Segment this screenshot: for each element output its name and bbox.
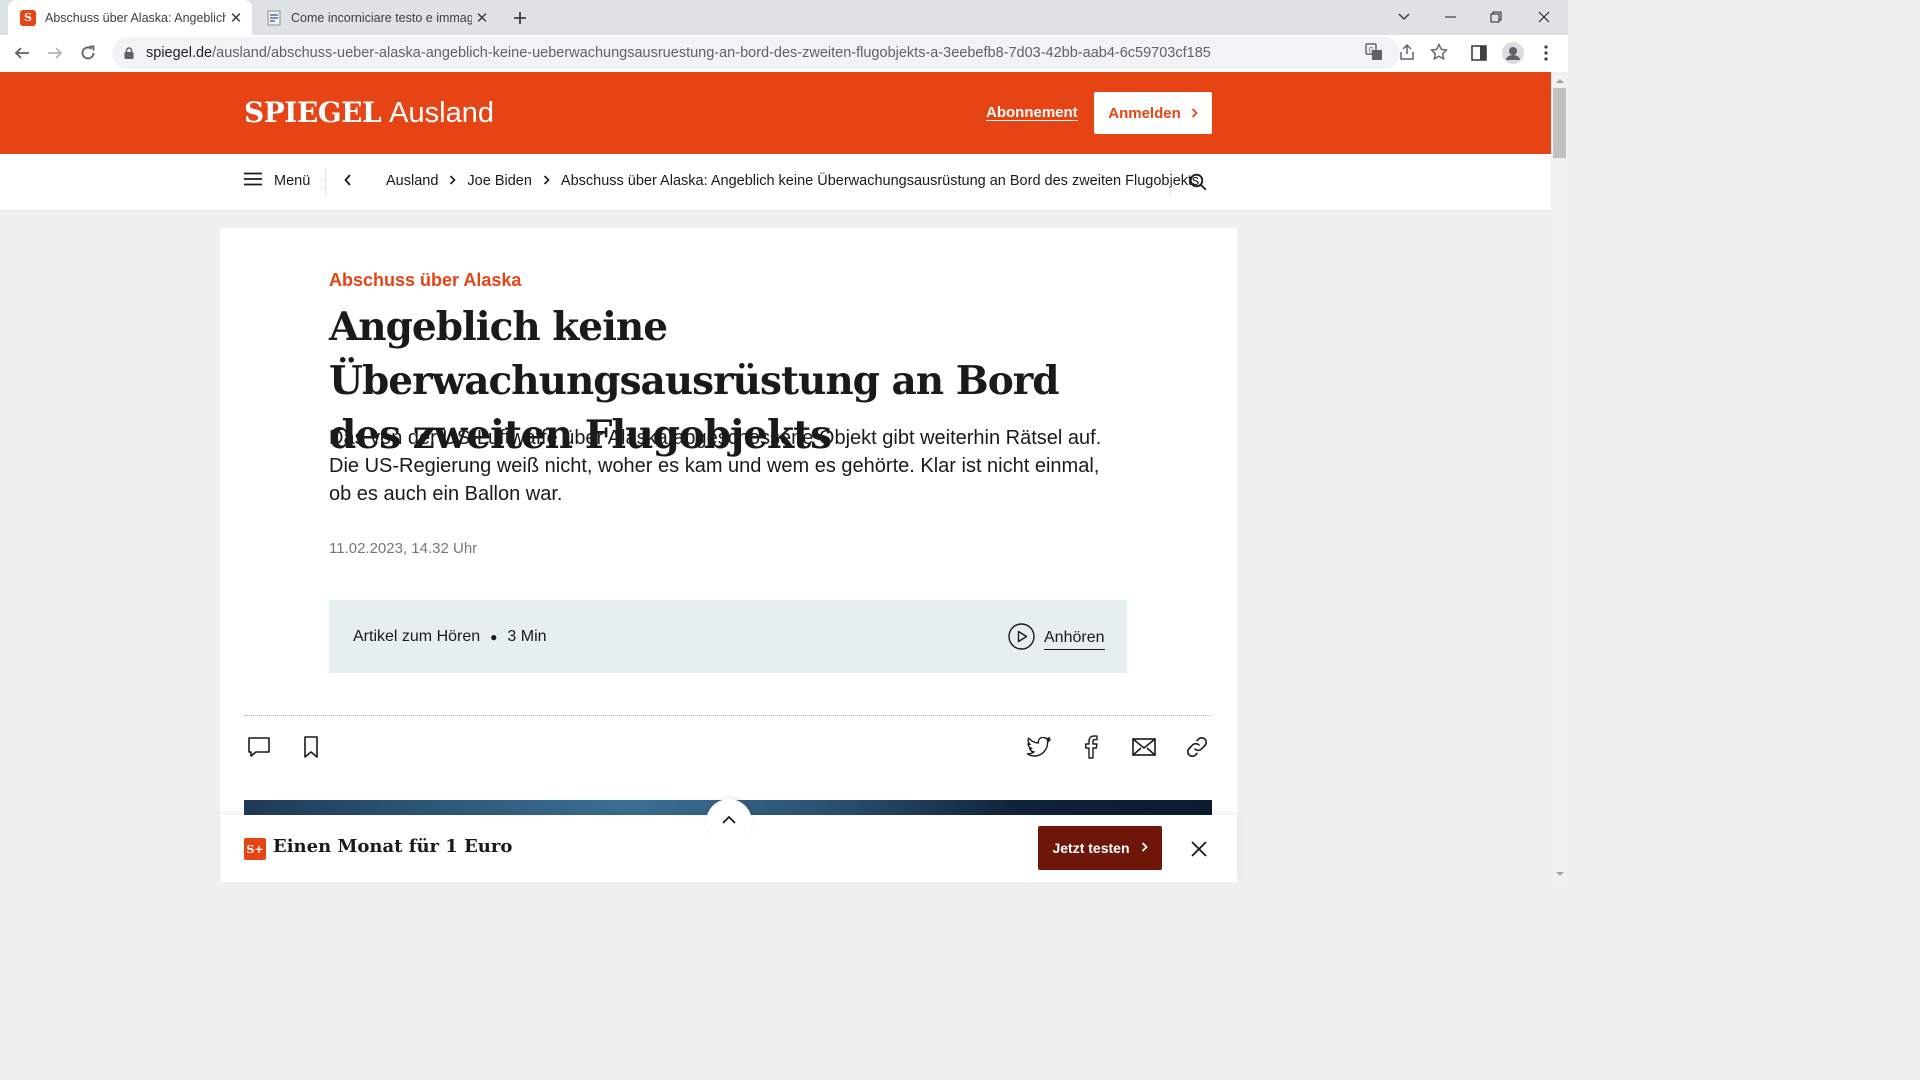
tab-title: Come incorniciare testo e immag [291,10,472,25]
close-icon[interactable]: ✕ [472,8,492,28]
audio-info: Artikel zum Hören ● 3 Min [353,628,547,646]
share-icon[interactable] [1396,41,1418,63]
svg-text:G: G [1369,47,1374,54]
restore-button[interactable] [1473,0,1519,33]
spiegel-logo[interactable]: SPIEGEL Ausland [244,96,494,130]
twitter-icon[interactable] [1026,734,1052,760]
word-doc-icon [266,10,282,26]
nav-divider [1170,170,1171,196]
url-path: /ausland/abschuss-ueber-alaska-angeblich… [212,45,1211,61]
chevron-right-icon [1141,841,1148,855]
breadcrumb-item-joe-biden[interactable]: Joe Biden [467,173,532,189]
new-tab-button[interactable] [508,6,532,30]
try-now-label: Jetzt testen [1052,840,1130,856]
brand-name: SPIEGEL [244,96,382,129]
lock-icon[interactable] [124,47,134,59]
audio-label: Artikel zum Hören [353,628,481,645]
subscription-link[interactable]: Abonnement [986,104,1078,121]
divider [244,715,1212,716]
tab-search-chevron-icon[interactable] [1381,0,1427,33]
scroll-down-arrow-icon[interactable] [1551,866,1568,882]
address-bar[interactable]: spiegel.de/ausland/abschuss-ueber-alaska… [112,37,1400,69]
expand-promo-button[interactable] [706,799,752,845]
url-text: spiegel.de/ausland/abschuss-ueber-alaska… [146,45,1211,61]
comment-icon[interactable] [246,734,272,760]
chevron-right-icon [449,174,457,188]
publish-date: 11.02.2023, 14.32 Uhr [329,540,478,557]
forward-button[interactable] [41,39,69,67]
spiegel-plus-icon: S+ [244,838,266,860]
translate-icon[interactable]: G [1363,41,1385,63]
section-name: Ausland [389,97,494,129]
close-icon[interactable]: ✕ [226,8,246,28]
chevron-right-icon [1191,106,1198,121]
minimize-button[interactable] [1427,0,1473,33]
bullet-separator: ● [490,630,498,644]
nav-divider [325,170,326,196]
back-button[interactable] [8,39,36,67]
audio-duration: 3 Min [507,628,547,645]
link-icon[interactable] [1184,734,1210,760]
site-header: SPIEGEL Ausland Abonnement Anmelden [0,72,1551,154]
play-circle-icon [1008,623,1035,655]
menu-button[interactable]: Menü [244,172,310,190]
article-teaser: Das von der US-Luftwaffe über Alaska abg… [329,427,1102,505]
chevron-right-icon [543,174,550,188]
login-button-label: Anmelden [1108,104,1181,122]
audio-player: Artikel zum Hören ● 3 Min Anhören [329,600,1127,673]
breadcrumb-item-ausland[interactable]: Ausland [386,173,438,189]
listen-button-label: Anhören [1044,629,1105,650]
browser-tab-bar: S Abschuss über Alaska: Angeblich ✕ Come… [0,0,1568,35]
page-viewport: SPIEGEL Ausland Abonnement Anmelden Menü… [0,72,1551,882]
chevron-left-icon[interactable] [344,173,352,189]
window-close-button[interactable] [1521,0,1567,33]
menu-label: Menü [274,173,311,189]
browser-tab-active[interactable]: S Abschuss über Alaska: Angeblich ✕ [8,0,252,35]
close-icon[interactable] [1188,838,1210,860]
login-button[interactable]: Anmelden [1094,92,1212,134]
breadcrumb-current: Abschuss über Alaska: Angeblich keine Üb… [560,173,1200,189]
profile-avatar-icon[interactable] [1499,39,1527,67]
browser-tab[interactable]: Come incorniciare testo e immag ✕ [254,0,498,35]
promo-text: Einen Monat für 1 Euro [273,836,513,857]
article-card: Abschuss über Alaska Angeblich keine Übe… [220,228,1237,882]
browser-menu-icon[interactable] [1532,39,1560,67]
url-host: spiegel.de [146,45,213,61]
browser-toolbar: spiegel.de/ausland/abschuss-ueber-alaska… [0,35,1568,72]
tab-title: Abschuss über Alaska: Angeblich [45,10,226,25]
scroll-up-arrow-icon[interactable] [1551,72,1568,88]
mail-icon[interactable] [1131,734,1157,760]
sub-navigation: Menü Ausland Joe Biden Abschuss über Ala… [0,154,1551,211]
page-scrollbar[interactable] [1551,72,1568,882]
bookmark-icon[interactable] [298,734,324,760]
bookmark-star-icon[interactable] [1428,41,1450,63]
search-icon[interactable] [1189,173,1207,196]
reload-button[interactable] [74,39,102,67]
chevron-up-icon [722,811,736,829]
facebook-icon[interactable] [1078,734,1104,760]
subscription-promo-bar: S+ Einen Monat für 1 Euro Jetzt testen [220,799,1237,882]
breadcrumb: Ausland Joe Biden Abschuss über Alaska: … [386,173,1199,189]
spiegel-s-icon: S [20,9,36,26]
hamburger-icon [244,172,262,190]
side-panel-icon[interactable] [1465,39,1493,67]
listen-button[interactable]: Anhören [1008,623,1105,655]
article-kicker: Abschuss über Alaska [329,270,522,290]
scrollbar-thumb[interactable] [1553,88,1566,158]
try-now-button[interactable]: Jetzt testen [1038,826,1162,870]
